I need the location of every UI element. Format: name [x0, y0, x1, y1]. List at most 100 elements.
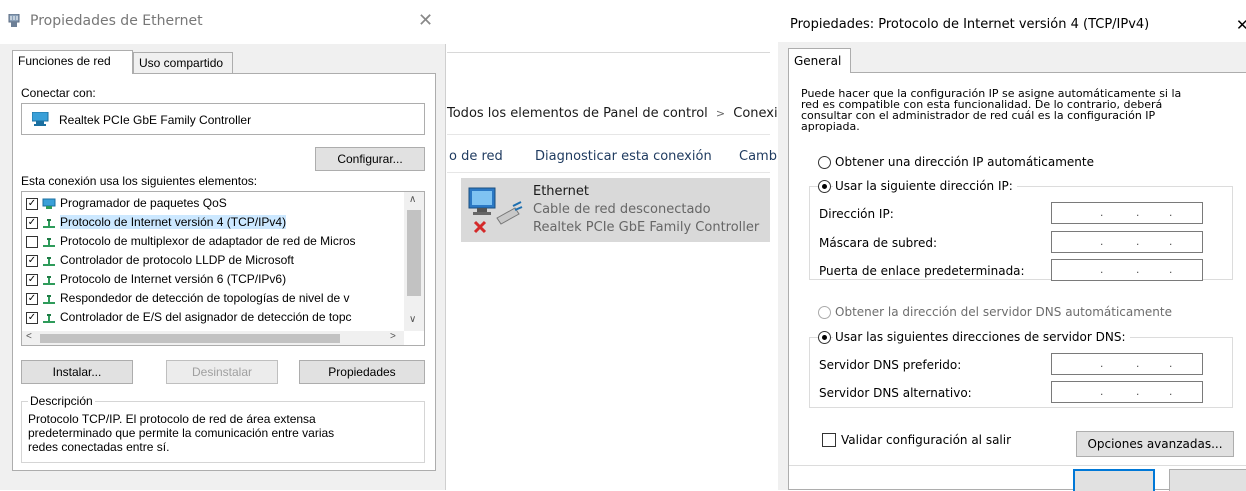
list-item[interactable]: ✓ Programador de paquetes QoS [26, 196, 402, 212]
uninstall-button: Desinstalar [166, 360, 278, 384]
ethernet-properties-dialog: Propiedades de Ethernet ✕ Funciones de r… [0, 0, 446, 490]
tab-panel: Conectar con: Realtek PCIe GbE Family Co… [12, 73, 436, 471]
connect-with-label: Conectar con: [21, 86, 96, 100]
auto-ip-label[interactable]: Obtener una dirección IP automáticamente [835, 155, 1094, 169]
item-checkbox[interactable]: ✓ [26, 311, 38, 324]
advanced-options-button[interactable]: Opciones avanzadas... [1076, 431, 1234, 457]
connection-name: Ethernet [533, 184, 589, 199]
network-protocol-icon [43, 218, 55, 228]
description-legend: Descripción [28, 394, 95, 408]
title-bar: Propiedades de Ethernet ✕ [0, 0, 446, 44]
item-checkbox[interactable] [26, 235, 38, 248]
toolbar-item-network[interactable]: o de red [449, 149, 503, 164]
elements-label: Esta conexión usa los siguientes element… [21, 174, 258, 188]
control-panel-window: Todos los elementos de Panel de control … [447, 0, 778, 490]
adapter-name: Realtek PCIe GbE Family Controller [59, 113, 252, 127]
alternate-dns-input[interactable]: ... [1051, 381, 1203, 403]
description-line: redes conectadas entre sí. [28, 440, 170, 454]
components-list: ✓ Programador de paquetes QoS ✓ Protocolo d… [21, 191, 425, 346]
radio-manual-ip[interactable] [818, 180, 831, 193]
vertical-scrollbar[interactable]: ∧ ∨ [404, 192, 424, 331]
item-label: Controlador de E/S del asignador de dete… [60, 310, 352, 324]
network-service-icon [42, 198, 56, 209]
item-checkbox[interactable]: ✓ [26, 273, 38, 286]
cancel-button[interactable] [1169, 469, 1246, 491]
connection-status: Cable de red desconectado [533, 202, 711, 217]
manual-dns-label[interactable]: Usar las siguientes direcciones de servi… [833, 330, 1130, 344]
description-line: Protocolo TCP/IP. El protocolo de red de… [28, 412, 316, 426]
scrollbar-thumb[interactable] [407, 210, 421, 296]
scrollbar-thumb-h[interactable] [40, 334, 340, 343]
gateway-input[interactable]: ... [1051, 259, 1203, 281]
divider [447, 134, 770, 135]
preferred-dns-label: Servidor DNS preferido: [819, 358, 962, 372]
network-adapter-icon [8, 14, 20, 27]
horizontal-scrollbar[interactable]: < > [22, 331, 404, 345]
chevron-right-icon: > [715, 107, 726, 120]
radio-auto-ip[interactable] [818, 156, 831, 169]
scroll-down-icon[interactable]: ∨ [409, 314, 416, 325]
configure-button[interactable]: Configurar... [315, 147, 425, 171]
close-icon[interactable]: ✕ [1236, 16, 1246, 34]
network-protocol-icon [43, 275, 55, 285]
validate-checkbox[interactable] [822, 433, 836, 447]
network-card-icon [32, 112, 49, 126]
network-protocol-icon [43, 256, 55, 266]
breadcrumb: Todos los elementos de Panel de control … [447, 106, 778, 121]
scroll-right-icon[interactable]: > [390, 331, 396, 342]
divider [447, 172, 770, 173]
toolbar-item-change[interactable]: Camb [739, 149, 777, 164]
ip-address-label: Dirección IP: [819, 207, 894, 221]
gateway-label: Puerta de enlace predeterminada: [819, 264, 1025, 278]
divider [447, 52, 770, 53]
network-protocol-icon [43, 237, 55, 247]
subnet-label: Máscara de subred: [819, 236, 938, 250]
item-label: Protocolo de Internet versión 6 (TCP/IPv… [60, 272, 287, 286]
tab-uso-compartido[interactable]: Uso compartido [133, 52, 233, 73]
auto-dns-label: Obtener la dirección del servidor DNS au… [835, 305, 1172, 319]
general-panel: Puede hacer que la configuración IP se a… [788, 72, 1246, 491]
manual-ip-label[interactable]: Usar la siguiente dirección IP: [833, 179, 1017, 193]
item-label: Protocolo de Internet versión 4 (TCP/IPv… [60, 215, 287, 229]
diagnose-connection-link[interactable]: Diagnosticar esta conexión [535, 149, 712, 164]
item-checkbox[interactable]: ✓ [26, 292, 38, 305]
description-line: predeterminado que permite la comunicaci… [28, 426, 335, 440]
tab-general[interactable]: General [788, 48, 851, 73]
scroll-up-icon[interactable]: ∧ [409, 194, 416, 205]
connection-item-ethernet[interactable]: Ethernet Cable de red desconectado Realt… [461, 178, 770, 242]
item-label: Protocolo de multiplexor de adaptador de… [60, 234, 356, 248]
list-item[interactable]: Protocolo de multiplexor de adaptador de… [26, 234, 402, 250]
divider [789, 465, 1246, 466]
item-checkbox[interactable]: ✓ [26, 254, 38, 267]
dialog-title: Propiedades: Protocolo de Internet versi… [790, 17, 1150, 32]
ipv4-properties-dialog: Propiedades: Protocolo de Internet versi… [778, 0, 1246, 491]
validate-label[interactable]: Validar configuración al salir [841, 433, 1011, 447]
ok-button[interactable] [1073, 469, 1155, 491]
tab-general-label: General [794, 54, 842, 68]
network-protocol-icon [43, 294, 55, 304]
description-text: Protocolo TCP/IP. El protocolo de red de… [28, 412, 334, 454]
scroll-left-icon[interactable]: < [26, 331, 32, 342]
ip-address-input[interactable]: ... [1051, 202, 1203, 224]
subnet-input[interactable]: ... [1051, 231, 1203, 253]
breadcrumb-item-next[interactable]: Conexi [733, 106, 777, 121]
item-checkbox[interactable]: ✓ [26, 197, 38, 210]
description-group: Descripción Protocolo TCP/IP. El protoco… [21, 394, 425, 463]
intro-text: Puede hacer que la configuración IP se a… [801, 88, 1181, 132]
radio-manual-dns[interactable] [818, 331, 831, 344]
install-button[interactable]: Instalar... [21, 360, 133, 384]
close-icon[interactable]: ✕ [418, 10, 433, 31]
breadcrumb-item[interactable]: Todos los elementos de Panel de control [447, 106, 708, 121]
list-item[interactable]: ✓ Controlador de protocolo LLDP de Micros… [26, 253, 402, 269]
preferred-dns-input[interactable]: ... [1051, 353, 1203, 375]
item-label: Programador de paquetes QoS [60, 196, 227, 210]
list-item[interactable]: ✓ Protocolo de Internet versión 6 (TCP/IP… [26, 272, 402, 288]
properties-button[interactable]: Propiedades [299, 360, 425, 384]
item-label: Controlador de protocolo LLDP de Microso… [60, 253, 294, 267]
tab-funciones-de-red[interactable]: Funciones de red [12, 50, 133, 74]
connection-adapter: Realtek PCIe GbE Family Controller [533, 220, 760, 235]
list-item[interactable]: ✓ Respondedor de detección de topologías … [26, 291, 402, 307]
item-checkbox[interactable]: ✓ [26, 216, 38, 229]
list-item[interactable]: ✓ Protocolo de Internet versión 4 (TCP/IP… [26, 215, 402, 231]
list-item[interactable]: ✓ Controlador de E/S del asignador de det… [26, 310, 402, 326]
